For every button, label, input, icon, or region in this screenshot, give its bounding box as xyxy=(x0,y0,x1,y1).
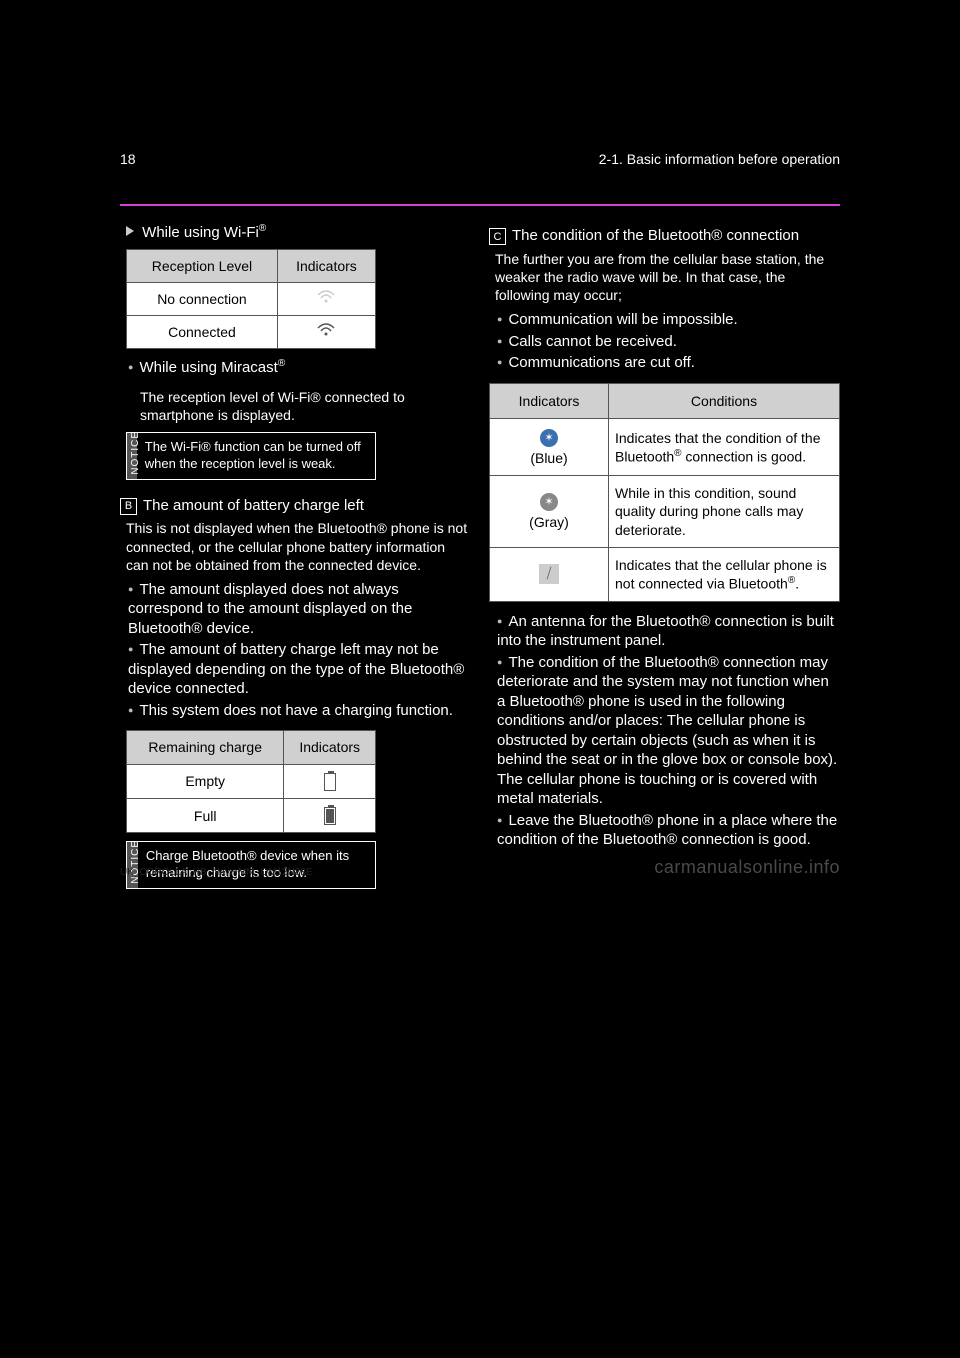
no-phone-icon: ⧸ xyxy=(490,547,609,601)
list-item: The amount of battery charge left may no… xyxy=(128,640,471,699)
watermark: carmanualsonline.info xyxy=(654,856,840,879)
section-title: The amount of battery charge left xyxy=(143,496,364,516)
list-item: The amount displayed does not always cor… xyxy=(128,580,471,639)
section-c-head: C The condition of the Bluetooth® connec… xyxy=(489,226,840,246)
list-item: An antenna for the Bluetooth® connection… xyxy=(497,612,840,651)
table-header: Reception Level xyxy=(127,249,278,282)
bluetooth-gray-icon: ✶ (Gray) xyxy=(490,476,609,548)
content-columns: While using Wi-Fi® Reception Level Indic… xyxy=(120,216,840,905)
triangle-icon xyxy=(126,226,134,236)
list-item: This system does not have a charging fun… xyxy=(128,701,471,721)
list-item: Communication will be impossible. xyxy=(497,310,840,330)
condition-table: Indicators Conditions ✶ (Blue) Indicates… xyxy=(489,383,840,602)
miracast-bullet: While using Miracast® xyxy=(128,357,471,378)
tail-bullets: An antenna for the Bluetooth® connection… xyxy=(497,612,840,850)
battery-empty-icon xyxy=(284,764,376,798)
wifi-subheading: While using Wi-Fi® xyxy=(126,222,471,243)
section-c-intro: The further you are from the cellular ba… xyxy=(495,250,840,305)
table-row: Full xyxy=(127,798,376,832)
table-header: Indicators xyxy=(277,249,375,282)
battery-table: Remaining charge Indicators Empty Full xyxy=(126,730,376,833)
section-b-head: B The amount of battery charge left xyxy=(120,496,471,516)
list-item: Leave the Bluetooth® phone in a place wh… xyxy=(497,811,840,850)
bluetooth-blue-icon: ✶ (Blue) xyxy=(490,418,609,475)
section-letter: C xyxy=(489,228,506,245)
section-b-bullets: The amount displayed does not always cor… xyxy=(128,580,471,721)
table-row: No connection xyxy=(127,282,376,315)
list-item: The condition of the Bluetooth® connecti… xyxy=(497,653,840,809)
wifi-off-icon xyxy=(277,282,375,315)
notice-body: The Wi-Fi® function can be turned off wh… xyxy=(137,433,375,479)
left-column: While using Wi-Fi® Reception Level Indic… xyxy=(120,216,471,905)
list-item: Calls cannot be received. xyxy=(497,332,840,352)
wifi-on-icon xyxy=(277,316,375,349)
table-row: Connected xyxy=(127,316,376,349)
table-header: Indicators xyxy=(490,383,609,418)
section-b-body: This is not displayed when the Bluetooth… xyxy=(126,519,471,574)
table-header: Remaining charge xyxy=(127,731,284,764)
table-row: ⧸ Indicates that the cellular phone is n… xyxy=(490,547,840,601)
wifi-reception-table: Reception Level Indicators No connection… xyxy=(126,249,376,350)
notice-bar: NOTICE xyxy=(127,433,137,479)
right-column: C The condition of the Bluetooth® connec… xyxy=(489,216,840,905)
header-rule xyxy=(120,204,840,206)
intro-bullets: Communication will be impossible. Calls … xyxy=(497,310,840,373)
section-letter: B xyxy=(120,498,137,515)
table-header: Conditions xyxy=(609,383,840,418)
notice-box: NOTICE The Wi-Fi® function can be turned… xyxy=(126,432,376,480)
table-row: ✶ (Gray) While in this condition, sound … xyxy=(490,476,840,548)
manual-page: 18 2-1. Basic information before operati… xyxy=(0,0,960,905)
miracast-note: The reception level of Wi-Fi® connected … xyxy=(140,388,471,424)
table-header: Indicators xyxy=(284,731,376,764)
page-code: UK_COROLLA_HB_Navi+MM_OM12N88E xyxy=(120,866,313,879)
section-title: The condition of the Bluetooth® connecti… xyxy=(512,226,799,246)
page-number: 18 xyxy=(120,150,136,168)
chapter-label: 2-1. Basic information before operation xyxy=(599,150,840,168)
list-item: Communications are cut off. xyxy=(497,353,840,373)
table-row: ✶ (Blue) Indicates that the condition of… xyxy=(490,418,840,475)
battery-full-icon xyxy=(284,798,376,832)
table-row: Empty xyxy=(127,764,376,798)
page-header: 18 2-1. Basic information before operati… xyxy=(120,150,840,168)
